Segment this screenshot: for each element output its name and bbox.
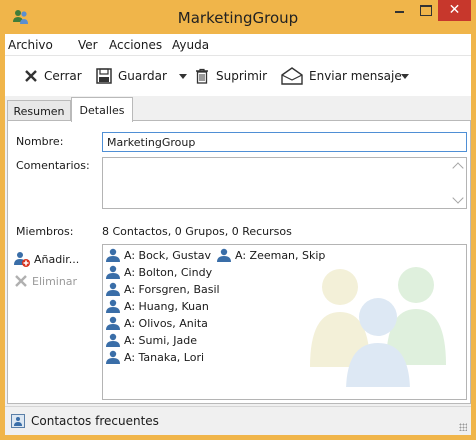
menu-ver[interactable]: Ver <box>78 38 98 52</box>
remove-member-button[interactable]: Eliminar <box>14 274 77 288</box>
comments-scrollbar[interactable] <box>450 158 466 208</box>
person-icon <box>106 333 120 347</box>
person-icon <box>106 265 120 279</box>
x-icon <box>25 70 37 82</box>
add-member-label: Añadir... <box>34 252 80 266</box>
close-window-button[interactable]: ✕ <box>438 0 471 21</box>
list-item[interactable]: A: Tanaka, Lori <box>106 350 204 364</box>
send-message-label: Enviar mensaje <box>309 69 402 83</box>
trash-icon <box>196 68 208 84</box>
member-name: A: Bolton, Cindy <box>124 265 213 279</box>
member-name: A: Huang, Kuan <box>124 299 209 313</box>
title-bar[interactable]: MarketingGroup ✕ <box>0 0 476 34</box>
add-member-button[interactable]: Añadir... <box>14 251 79 267</box>
contacts-icon <box>11 414 25 428</box>
close-icon: ✕ <box>448 2 461 18</box>
details-panel: Nombre: MarketingGroup Comentarios: Miem… <box>7 120 471 404</box>
person-icon <box>106 282 120 296</box>
member-name: A: Olivos, Anita <box>124 316 208 330</box>
members-summary: 8 Contactos, 0 Grupos, 0 Recursos <box>102 225 292 238</box>
remove-member-label: Eliminar <box>32 274 78 288</box>
envelope-icon <box>281 67 303 85</box>
people-watermark-icon <box>310 267 446 387</box>
person-icon <box>106 299 120 313</box>
delete-button[interactable]: Suprimir <box>194 65 267 87</box>
tab-detalles[interactable]: Detalles <box>71 97 133 122</box>
member-name: A: Sumi, Jade <box>124 333 197 347</box>
floppy-icon <box>96 68 112 84</box>
list-item[interactable]: A: Bock, Gustav <box>106 248 211 262</box>
add-person-icon <box>14 252 30 267</box>
members-label: Miembros: <box>16 225 74 238</box>
list-item[interactable]: A: Huang, Kuan <box>106 299 209 313</box>
members-list[interactable]: A: Bock, Gustav A: Zeeman, Skip A: Bolto… <box>102 244 467 400</box>
toolbar: Cerrar Guardar Suprimir Enviar mensaje <box>5 56 471 96</box>
minimize-button[interactable] <box>386 0 412 21</box>
frequent-contacts-toggle[interactable]: Contactos frecuentes <box>11 414 159 428</box>
frequent-contacts-label: Contactos frecuentes <box>31 414 159 428</box>
save-button[interactable]: Guardar <box>96 65 167 87</box>
person-icon <box>217 248 231 262</box>
list-item[interactable]: A: Zeeman, Skip <box>217 248 325 262</box>
member-name: A: Forsgren, Basil <box>124 282 220 296</box>
window-bottom-border <box>0 435 476 440</box>
close-button-label: Cerrar <box>44 69 82 83</box>
tab-area: Resumen Detalles Nombre: MarketingGroup … <box>5 96 471 406</box>
list-item[interactable]: A: Forsgren, Basil <box>106 282 220 296</box>
send-message-button[interactable]: Enviar mensaje <box>281 65 402 87</box>
send-dropdown-caret[interactable] <box>401 74 409 79</box>
list-item[interactable]: A: Olivos, Anita <box>106 316 208 330</box>
x-icon <box>15 275 27 287</box>
menu-bar: Archivo Ver Acciones Ayuda <box>5 34 471 56</box>
member-name: A: Zeeman, Skip <box>235 248 326 262</box>
status-bar: Contactos frecuentes <box>5 406 471 435</box>
menu-archivo[interactable]: Archivo <box>8 38 53 52</box>
close-button[interactable]: Cerrar <box>24 65 82 87</box>
tab-resumen[interactable]: Resumen <box>7 100 71 122</box>
member-name: A: Bock, Gustav <box>124 248 212 262</box>
resize-grip[interactable] <box>459 423 467 431</box>
delete-button-label: Suprimir <box>216 69 268 83</box>
menu-acciones[interactable]: Acciones <box>109 38 162 52</box>
name-label: Nombre: <box>16 135 64 148</box>
tab-detalles-label: Detalles <box>79 103 125 117</box>
save-button-label: Guardar <box>118 69 167 83</box>
scroll-down-icon[interactable] <box>452 192 464 204</box>
maximize-button[interactable] <box>412 0 438 21</box>
save-dropdown-caret[interactable] <box>179 74 187 79</box>
tab-resumen-label: Resumen <box>13 105 65 118</box>
person-icon <box>106 316 120 330</box>
menu-ayuda[interactable]: Ayuda <box>172 38 209 52</box>
scroll-up-icon[interactable] <box>452 162 464 174</box>
list-item[interactable]: A: Sumi, Jade <box>106 333 197 347</box>
member-name: A: Tanaka, Lori <box>124 350 205 364</box>
person-icon <box>106 248 120 262</box>
person-icon <box>106 350 120 364</box>
list-item[interactable]: A: Bolton, Cindy <box>106 265 212 279</box>
name-field[interactable]: MarketingGroup <box>102 132 467 152</box>
comments-label: Comentarios: <box>16 159 90 172</box>
comments-field[interactable] <box>102 157 467 209</box>
